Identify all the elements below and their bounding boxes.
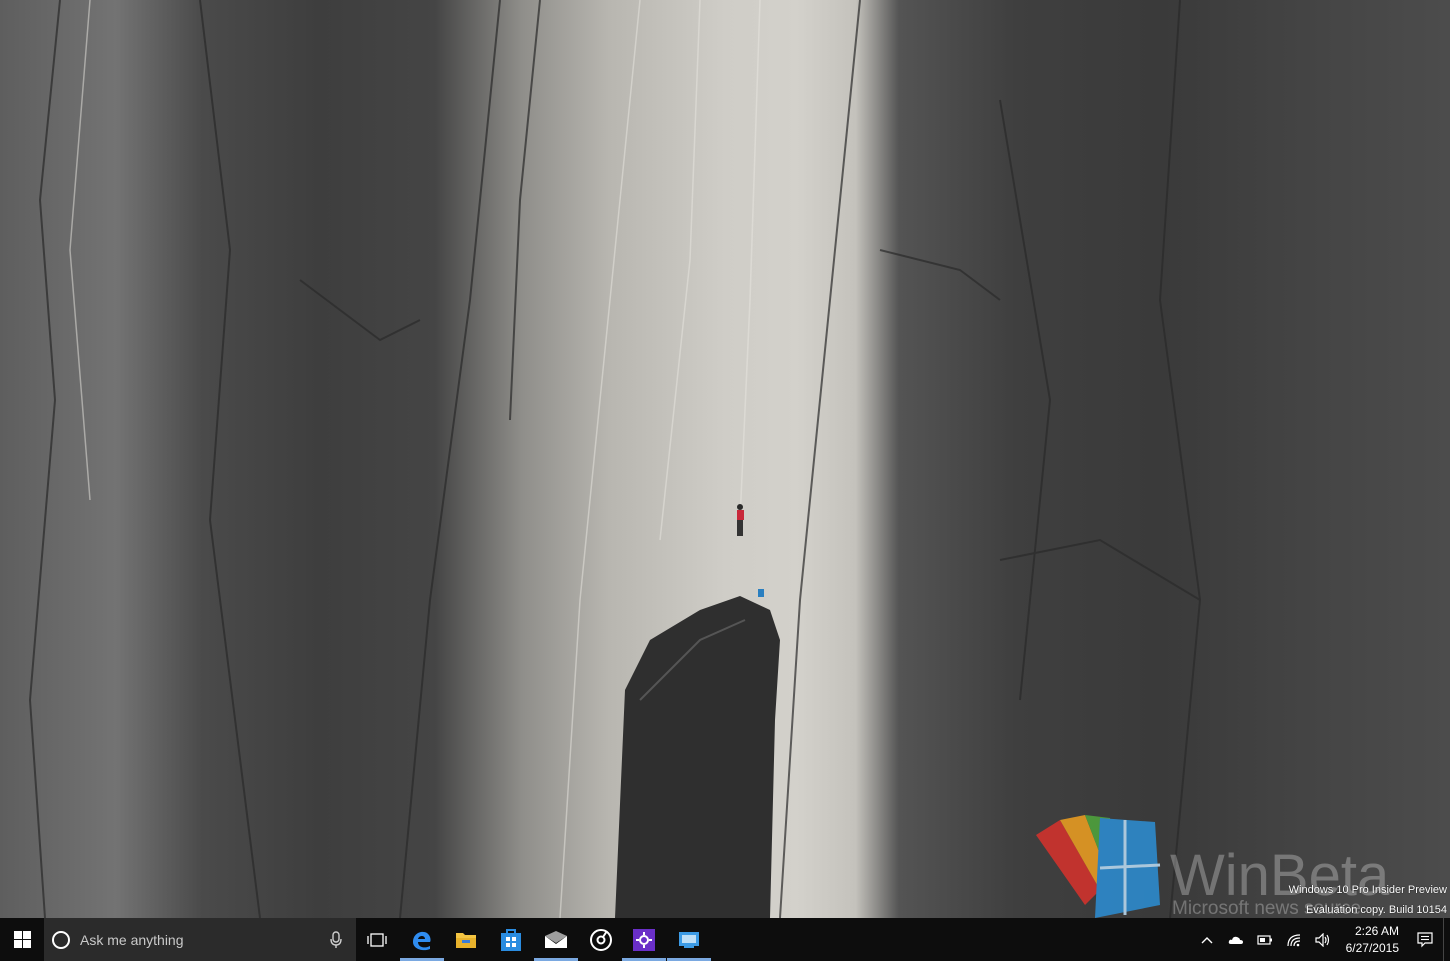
microphone-icon[interactable]: [328, 929, 344, 951]
start-button[interactable]: [0, 918, 44, 961]
clock[interactable]: 2:26 AM 6/27/2015: [1337, 918, 1407, 961]
groove-music-icon: [590, 928, 612, 951]
task-view-icon: [367, 932, 387, 947]
build-watermark-line2: Evaluation copy. Build 10154: [1305, 904, 1447, 916]
build-watermark-line1: Windows 10 Pro Insider Preview: [1288, 884, 1447, 896]
network-button[interactable]: [1279, 918, 1308, 961]
clock-date: 6/27/2015: [1345, 940, 1399, 955]
taskbar-app-groove-music[interactable]: [579, 918, 623, 961]
taskbar-app-store[interactable]: [489, 918, 533, 961]
action-center-button[interactable]: [1407, 918, 1443, 961]
battery-icon: [1256, 934, 1272, 945]
taskbar-app-mail[interactable]: [534, 918, 578, 961]
wifi-icon: [1286, 933, 1300, 946]
search-box[interactable]: Ask me anything: [44, 918, 356, 961]
windows-logo-icon: [13, 931, 31, 948]
onedrive-button[interactable]: [1221, 918, 1250, 961]
taskbar-app-file-explorer[interactable]: [444, 918, 488, 961]
remote-desktop-icon: [679, 931, 699, 948]
notification-icon: [1417, 931, 1433, 947]
mail-icon: [545, 930, 567, 948]
taskbar-app-settings[interactable]: [622, 918, 666, 961]
cortana-icon: [52, 930, 70, 949]
speaker-icon: [1314, 932, 1329, 947]
battery-button[interactable]: [1250, 918, 1279, 961]
edge-icon: [413, 931, 431, 950]
folder-icon: [456, 932, 476, 948]
system-tray: 2:26 AM 6/27/2015: [1192, 918, 1450, 961]
show-desktop-button[interactable]: [1443, 918, 1450, 961]
taskbar-app-desktop[interactable]: [667, 918, 711, 961]
cliff-texture: WinBeta Microsoft news source: [28, 0, 1390, 918]
task-view-button[interactable]: [360, 918, 394, 961]
onedrive-cloud-icon: [1228, 936, 1243, 944]
winbeta-logo: [1036, 815, 1161, 918]
taskbar-app-edge[interactable]: [400, 918, 444, 961]
show-hidden-icons-button[interactable]: [1192, 918, 1221, 961]
desktop-wallpaper: WinBeta Microsoft news source Windows 10…: [0, 0, 1450, 918]
search-input[interactable]: Ask me anything: [80, 932, 328, 948]
chevron-up-icon: [1201, 936, 1212, 943]
clock-time: 2:26 AM: [1354, 923, 1399, 938]
taskbar: Ask me anything 2:26 AM 6/27/2015: [0, 918, 1450, 961]
store-icon: [501, 928, 521, 951]
settings-app-icon: [633, 928, 655, 951]
volume-button[interactable]: [1308, 918, 1337, 961]
